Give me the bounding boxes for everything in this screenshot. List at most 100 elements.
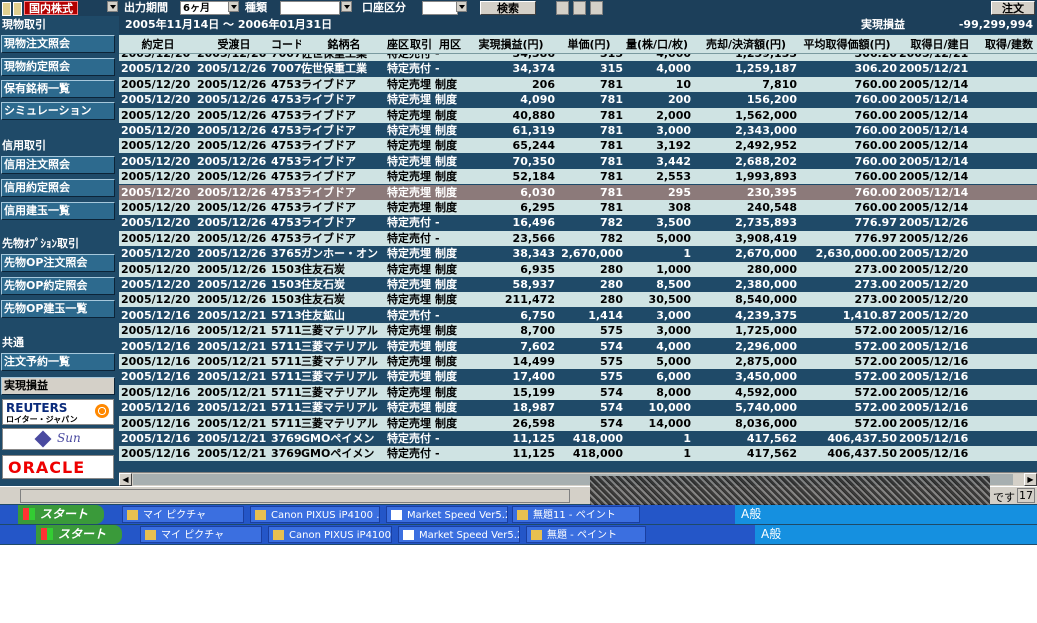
column-header[interactable]: 受渡日 [197, 35, 271, 54]
taskbar-item-my-pictures[interactable]: マイ ピクチャ [140, 526, 262, 543]
sidebar-item-simulation[interactable]: シミュレーション [1, 102, 115, 120]
table-cell: 5,000 [656, 355, 691, 368]
table-cell: 特定 [387, 216, 409, 230]
scroll-right-icon[interactable]: ▶ [1024, 473, 1037, 486]
period-dropdown-icon[interactable] [228, 1, 239, 12]
table-row[interactable]: 2005/12/16 2005/12/21 5711 三菱マテリアル 特定 売埋 制度 14,… [119, 354, 1037, 369]
table-row[interactable]: 2005/12/16 2005/12/21 3769 GMOペイメン 特定 売付 - 11,1… [119, 431, 1037, 446]
taskbar-item-my-pictures[interactable]: マイ ピクチャ [122, 506, 244, 523]
table-row[interactable]: 2005/12/20 2005/12/26 3765 ガンホー・オン 特定 売埋 制度 38,… [119, 246, 1037, 261]
taskbar-item-printer[interactable]: Canon PIXUS iP4100 ... [268, 526, 392, 543]
table-row[interactable]: 2005/12/20 2005/12/26 1503 住友石炭 特定 売埋 制度 211,47… [119, 292, 1037, 308]
taskbar-item-paint[interactable]: 無題11 - ペイント [512, 506, 640, 523]
table-row[interactable]: 2005/12/20 2005/12/26 4753 ライブドア 特定 売埋 制度 61,31… [119, 123, 1037, 138]
table-cell: 8,036,000 [735, 416, 797, 430]
table-row[interactable]: 2005/12/202005/12/267007佐世保重工業特定売付-34,38… [119, 54, 1037, 61]
table-cell: 2005/12/20 [121, 77, 191, 91]
table-cell: 制度 [435, 278, 457, 291]
table-cell: 2005/12/26 [197, 278, 267, 291]
table-cell: 781 [600, 201, 623, 214]
taskbar-item-market-speed[interactable]: Market Speed Ver5.21 [386, 506, 508, 523]
print-icon[interactable] [573, 1, 586, 15]
table-row[interactable]: 2005/12/20 2005/12/26 4753 ライブドア 特定 売埋 制度 70,35… [119, 154, 1037, 169]
account-select[interactable] [422, 1, 458, 15]
table-cell: 2005/12/26 [197, 231, 267, 245]
table-cell: 2005/12/16 [899, 416, 969, 430]
table-row[interactable]: 2005/12/20 2005/12/26 7007 佐世保重工業 特定 売付 - 34,37… [119, 61, 1037, 76]
sidebar-item-spot-order-inquiry[interactable]: 現物注文照会 [1, 35, 115, 53]
start-button-2[interactable]: スタート [36, 525, 122, 544]
scroll-left-icon[interactable]: ◀ [119, 473, 132, 486]
table-row[interactable]: 2005/12/20 2005/12/26 4753 ライブドア 特定 売埋 制度 65,24… [119, 138, 1037, 154]
period-bar: 2005年11月14日 ～ 2006年01月31日 実現損益 -99,299,9… [119, 16, 1037, 34]
table-cell: 1503 [271, 293, 301, 307]
table-cell: 572.00 [854, 355, 897, 368]
table-row[interactable]: 2005/12/20 2005/12/26 4753 ライブドア 特定 売付 - 16,496… [119, 215, 1037, 230]
sun-logo[interactable]: Sun [2, 428, 114, 450]
table-row[interactable]: 2005/12/16 2005/12/21 5711 三菱マテリアル 特定 売埋 制度 26,… [119, 415, 1037, 431]
table-row[interactable]: 2005/12/16 2005/12/21 5713 住友鉱山 特定 売付 - 6,750 1,… [119, 308, 1037, 323]
save-icon[interactable] [556, 1, 569, 15]
ime-indicator[interactable]: A般 [741, 507, 761, 521]
column-header[interactable]: 用区 [435, 35, 465, 54]
table-row[interactable]: 2005/12/20 2005/12/26 1503 住友石炭 特定 売埋 制度 6,935 2… [119, 261, 1037, 277]
taskbar-item-market-speed[interactable]: Market Speed Ver5.21 [398, 526, 520, 543]
sidebar-item-realized-pnl[interactable]: 実現損益 [1, 377, 115, 395]
market-dropdown-icon[interactable] [107, 1, 118, 12]
table-cell [981, 400, 1037, 415]
column-header[interactable]: 量(株/口/枚) [623, 35, 691, 54]
sidebar-item-margin-positions[interactable]: 信用建玉一覧 [1, 202, 115, 220]
table-row[interactable]: 2005/12/16 2005/12/21 5711 三菱マテリアル 特定 売埋 制度 7,6… [119, 339, 1037, 354]
sidebar-item-futures-positions[interactable]: 先物OP建玉一覧 [1, 300, 115, 318]
table-row[interactable]: 2005/12/20 2005/12/26 4753 ライブドア 特定 売埋 制度 206 78… [119, 76, 1037, 92]
back-arrow-icon[interactable] [2, 2, 11, 16]
column-header[interactable]: 銘柄名 [301, 35, 387, 54]
column-header[interactable]: 取得日/建日 [899, 35, 981, 54]
oracle-logo[interactable]: ORACLE [2, 455, 114, 479]
table-row[interactable]: 2005/12/20 2005/12/26 4753 ライブドア 特定 売埋 制度 4,090… [119, 92, 1037, 107]
sidebar-item-order-reservations[interactable]: 注文予約一覧 [1, 353, 115, 371]
column-header[interactable]: 約定日 [121, 35, 195, 54]
forward-arrow-icon[interactable] [13, 2, 22, 16]
column-header[interactable]: 実現損益(円) [467, 35, 555, 54]
table-row[interactable]: 2005/12/16 2005/12/21 5711 三菱マテリアル 特定 売埋 制度 17,… [119, 369, 1037, 384]
ime-indicator[interactable]: A般 [761, 527, 781, 541]
table-row[interactable]: 2005/12/20 2005/12/26 4753 ライブドア 特定 売埋 制度 52,18… [119, 169, 1037, 185]
sidebar-item-futures-execution-inquiry[interactable]: 先物OP約定照会 [1, 277, 115, 295]
start-button-1[interactable]: スタート [18, 505, 104, 524]
table-row[interactable]: 2005/12/20 2005/12/26 4753 ライブドア 特定 売埋 制度 40,88… [119, 107, 1037, 123]
sidebar-item-spot-execution-inquiry[interactable]: 現物約定照会 [1, 58, 115, 76]
type-dropdown-icon[interactable] [341, 1, 352, 12]
sidebar-item-margin-execution-inquiry[interactable]: 信用約定照会 [1, 179, 115, 197]
export-icon[interactable] [590, 1, 603, 15]
table-cell: 2005/12/16 [121, 385, 191, 399]
column-header[interactable]: 平均取得価額(円) [797, 35, 897, 54]
table-row[interactable]: 2005/12/20 2005/12/26 4753 ライブドア 特定 売付 - 23,566… [119, 230, 1037, 246]
column-header[interactable]: 売却/決済額(円) [695, 35, 797, 54]
column-header[interactable]: 単価(円) [555, 35, 623, 54]
table-cell: 2005/12/20 [899, 247, 969, 261]
type-select[interactable] [280, 1, 340, 15]
period-select[interactable]: 6ヶ月 [180, 1, 230, 15]
table-row[interactable]: 2005/12/20 2005/12/26 4753 ライブドア 特定 売埋 制度 6,295… [119, 200, 1037, 215]
sidebar-item-holdings[interactable]: 保有銘柄一覧 [1, 80, 115, 98]
sidebar-item-margin-order-inquiry[interactable]: 信用注文照会 [1, 156, 115, 174]
reuters-logo[interactable]: REUTERS ロイター・ジャパン [2, 399, 114, 425]
taskbar-item-paint[interactable]: 無題 - ペイント [526, 526, 646, 543]
table-row[interactable]: 2005/12/16 2005/12/21 5711 三菱マテリアル 特定 売埋 制度 15,… [119, 384, 1037, 400]
table-row[interactable]: 2005/12/16 2005/12/21 5711 三菱マテリアル 特定 売埋 制度 8,7… [119, 323, 1037, 339]
account-dropdown-icon[interactable] [456, 1, 467, 12]
order-button[interactable]: 注文 [991, 1, 1035, 15]
table-row[interactable]: 2005/12/20 2005/12/26 4753 ライブドア 特定 売埋 制度 6,030… [119, 184, 1037, 200]
column-header[interactable]: 取引 [409, 35, 433, 54]
column-header[interactable]: 取得/建数 [981, 35, 1037, 54]
search-button[interactable]: 検索 [480, 1, 536, 15]
table-row[interactable]: 2005/12/16 2005/12/21 3769 GMOペイメン 特定 売付 - 11,1… [119, 446, 1037, 462]
sidebar-item-futures-order-inquiry[interactable]: 先物OP注文照会 [1, 254, 115, 272]
market-selector[interactable]: 国内株式 [24, 1, 78, 15]
table-row[interactable]: 2005/12/20 2005/12/26 1503 住友石炭 特定 売埋 制度 58,937… [119, 277, 1037, 292]
column-header[interactable]: 座区 [387, 35, 409, 54]
table-row[interactable]: 2005/12/16 2005/12/21 5711 三菱マテリアル 特定 売埋 制度 18,… [119, 400, 1037, 415]
column-header[interactable]: コード [271, 35, 301, 54]
taskbar-item-printer[interactable]: Canon PIXUS iP4100 ... [250, 506, 380, 523]
